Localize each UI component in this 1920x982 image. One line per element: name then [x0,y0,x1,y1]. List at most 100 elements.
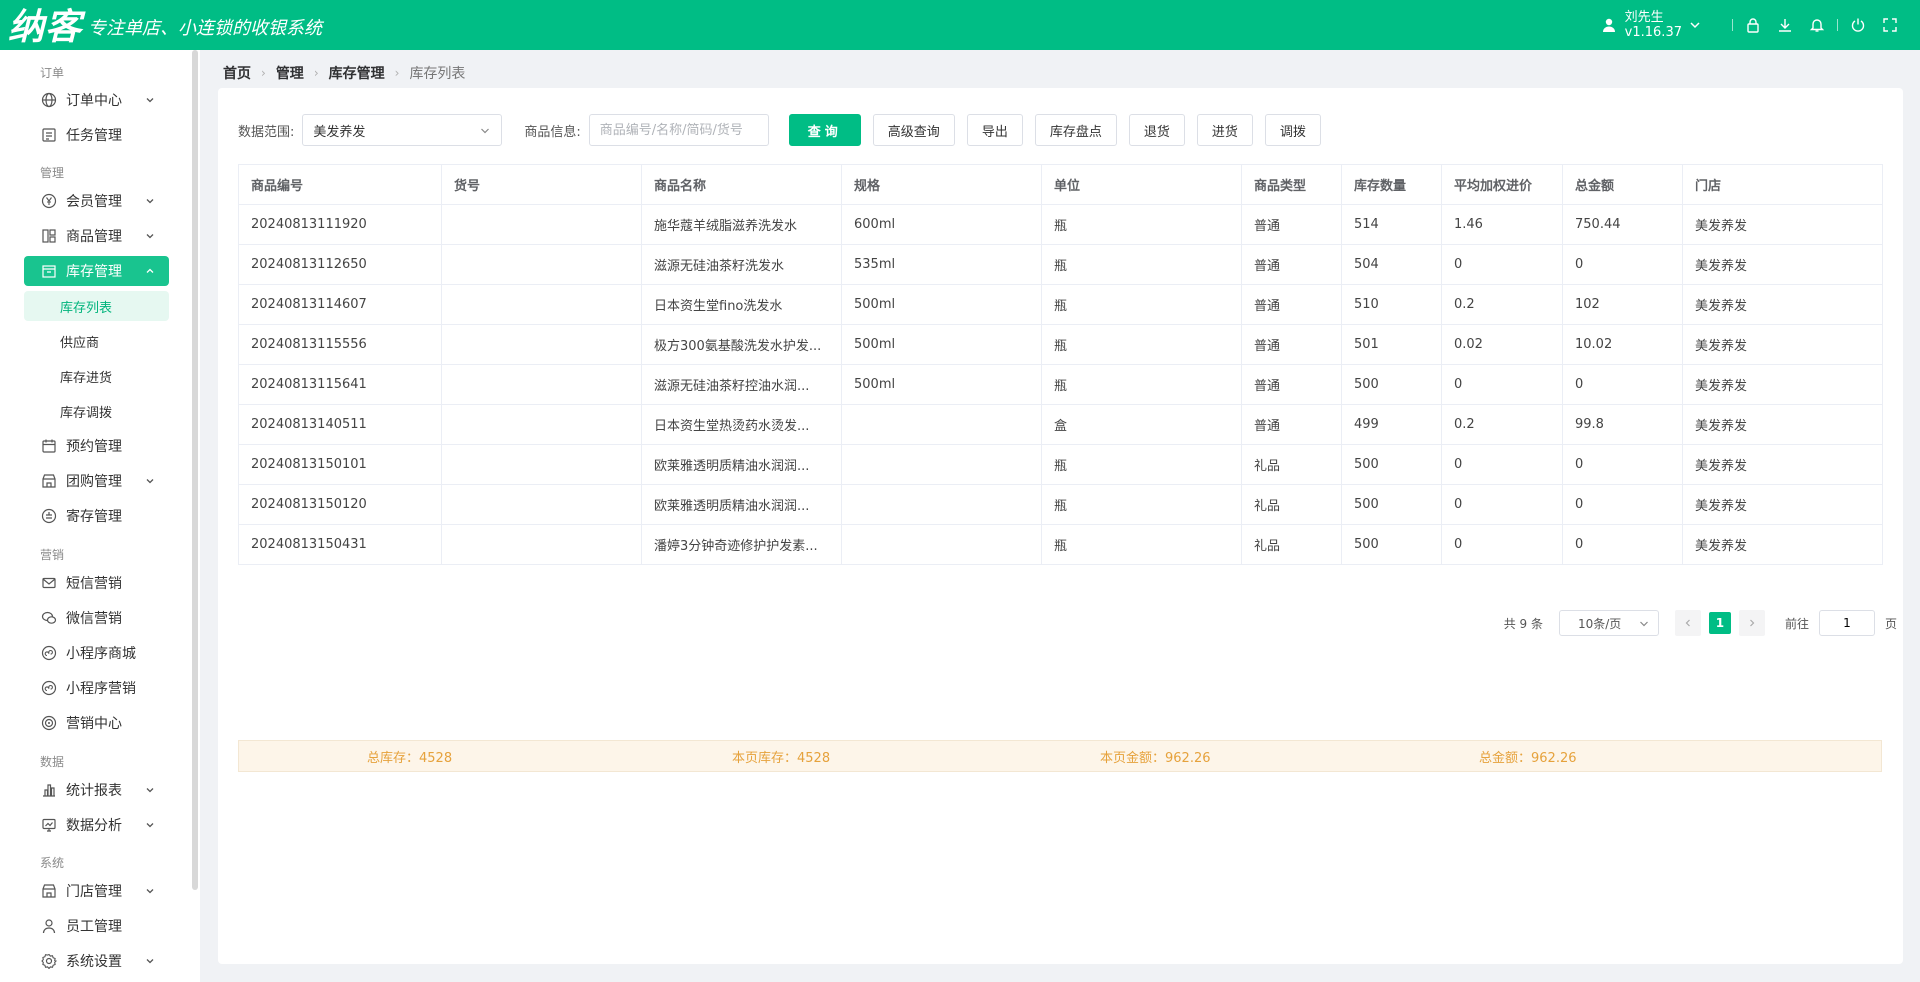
download-button[interactable] [1769,0,1801,50]
table-cell: 20240813111920 [238,204,442,245]
table-cell: 0 [1441,484,1563,525]
notification-button[interactable] [1801,0,1833,50]
table-cell: 500 [1341,524,1442,565]
chevron-right-icon [1750,619,1755,627]
breadcrumb-home[interactable]: 首页 [223,63,251,83]
table-cell: 美发养发 [1682,204,1883,245]
column-header[interactable]: 单位 [1041,164,1242,205]
table-row[interactable]: 20240813115556 极方300氨基酸洗发水护发... 500ml 瓶普通 50… [238,324,1883,365]
sidebar-item-deposit[interactable]: 寄存管理 [24,501,169,531]
column-header[interactable]: 平均加权进价 [1441,164,1563,205]
table-row[interactable]: 20240813150120 欧莱雅透明质精油水润润... 瓶礼品 500 0 0 美发养发 [238,484,1883,525]
sidebar-item-settings[interactable]: 系统设置 [24,946,169,976]
table-cell: 瓶 [1041,284,1242,325]
chevron-right-icon: › [261,66,266,80]
next-page-button[interactable] [1738,610,1765,636]
table-cell: 礼品 [1241,444,1342,485]
table-row[interactable]: 20240813112650 滋源无硅油茶籽洗发水 535ml 瓶普通 504 0 0 美发养… [238,244,1883,285]
sidebar-item-inventory[interactable]: 库存管理 [24,256,169,286]
sidebar-item-sms[interactable]: 短信营销 [24,568,169,598]
sidebar-item-wechat[interactable]: 微信营销 [24,603,169,633]
table-row[interactable]: 20240813140511 日本资生堂热烫药水烫发... 盒普通 499 0.2 99.… [238,404,1883,445]
table-cell: 欧莱雅透明质精油水润润... [641,484,842,525]
sidebar-item-groupbuy[interactable]: 团购管理 [24,466,169,496]
table-cell: 0 [1562,444,1683,485]
column-header[interactable]: 库存数量 [1341,164,1442,205]
column-header[interactable]: 总金额 [1562,164,1683,205]
sidebar-item-mini-marketing[interactable]: 小程序营销 [24,673,169,703]
sidebar-scrollbar[interactable] [192,50,198,890]
logout-button[interactable] [1842,0,1874,50]
table-cell: 美发养发 [1682,444,1883,485]
user-menu[interactable]: 刘先生 v1.16.37 [1601,10,1702,40]
sidebar-subitem-inventory-in[interactable]: 库存进货 [24,361,169,391]
table-cell: 514 [1341,204,1442,245]
table-cell: 20240813150431 [238,524,442,565]
sidebar-item-marketing-center[interactable]: 营销中心 [24,708,169,738]
range-select[interactable]: 美发养发 [302,114,503,146]
purchase-button[interactable]: 进货 [1196,114,1253,146]
table-cell: 礼品 [1241,524,1342,565]
sidebar-item-mini-mall[interactable]: 小程序商城 [24,638,169,668]
sidebar-item-appointment[interactable]: 预约管理 [24,431,169,461]
sidebar-subitem-supplier[interactable]: 供应商 [24,326,169,356]
product-info-input[interactable] [588,114,769,146]
lock-icon [1747,18,1759,33]
query-button[interactable]: 查询 [788,114,861,146]
version-label: v1.16.37 [1624,25,1682,40]
page-suffix: 页 [1884,616,1897,631]
column-header[interactable]: 货号 [441,164,642,205]
column-header[interactable]: 商品名称 [641,164,842,205]
sidebar-subitem-inventory-transfer[interactable]: 库存调拨 [24,396,169,426]
advanced-query-button[interactable]: 高级查询 [872,114,955,146]
fullscreen-button[interactable] [1874,0,1906,50]
sidebar-item-product[interactable]: 商品管理 [24,221,169,251]
export-button[interactable]: 导出 [966,114,1023,146]
table-cell: 瓶 [1041,244,1242,285]
table-cell: 20240813112650 [238,244,442,285]
column-header[interactable]: 商品编号 [238,164,442,205]
logo: 纳客 专注单店、小连锁的收银系统 [0,0,322,50]
table-cell [841,524,1042,565]
sidebar-item-store[interactable]: 门店管理 [24,876,169,906]
goto-page-input[interactable] [1818,610,1875,636]
table-cell [441,204,642,245]
table-row[interactable]: 20240813114607 日本资生堂fino洗发水 500ml 瓶普通 510 0.2… [238,284,1883,325]
table-cell: 美发养发 [1682,324,1883,365]
column-header[interactable]: 规格 [841,164,1042,205]
sidebar-item-task[interactable]: 任务管理 [24,120,169,150]
table-row[interactable]: 20240813150431 潘婷3分钟奇迹修护护发素... 瓶礼品 500 0 0 美发养… [238,524,1883,565]
transfer-button[interactable]: 调拨 [1264,114,1321,146]
prev-page-button[interactable] [1674,610,1701,636]
table-cell: 盒 [1041,404,1242,445]
table-row[interactable]: 20240813115641 滋源无硅油茶籽控油水润... 500ml 瓶普通 500 0… [238,364,1883,405]
sidebar-item-staff[interactable]: 员工管理 [24,911,169,941]
table-cell: 瓶 [1041,324,1242,365]
column-header[interactable]: 商品类型 [1241,164,1342,205]
sidebar-subitem-inventory-list[interactable]: 库存列表 [24,291,169,321]
column-header[interactable]: 门店 [1682,164,1883,205]
sidebar-item-stats[interactable]: 统计报表 [24,775,169,805]
return-button[interactable]: 退货 [1128,114,1185,146]
sidebar-item-analysis[interactable]: 数据分析 [24,810,169,840]
page-number-button[interactable]: 1 [1708,612,1731,634]
table-cell: 瓶 [1041,364,1242,405]
table-row[interactable]: 20240813111920 施华蔻羊绒脂滋养洗发水 600ml 瓶普通 514 1.46… [238,204,1883,245]
table-cell: 535ml [841,244,1042,285]
chevron-right-icon: › [313,66,319,80]
sidebar-item-member[interactable]: 会员管理 [24,186,169,216]
chevron-up-icon [146,268,154,273]
monitor-chart-icon [40,816,58,834]
logo-mark: 纳客 [8,6,83,48]
table-row[interactable]: 20240813150101 欧莱雅透明质精油水润润... 瓶礼品 500 0 0 美发养发 [238,444,1883,485]
target-icon [40,714,58,732]
page-size-select[interactable]: 10条/页 [1558,610,1659,636]
stocktake-button[interactable]: 库存盘点 [1034,114,1117,146]
table-cell [841,444,1042,485]
table-cell: 美发养发 [1682,404,1883,445]
lock-button[interactable] [1737,0,1769,50]
breadcrumb-inventory[interactable]: 库存管理 [329,63,385,83]
breadcrumb-manage[interactable]: 管理 [276,63,304,83]
table-cell: 美发养发 [1682,244,1883,285]
sidebar-item-order-center[interactable]: 订单中心 [24,85,169,115]
